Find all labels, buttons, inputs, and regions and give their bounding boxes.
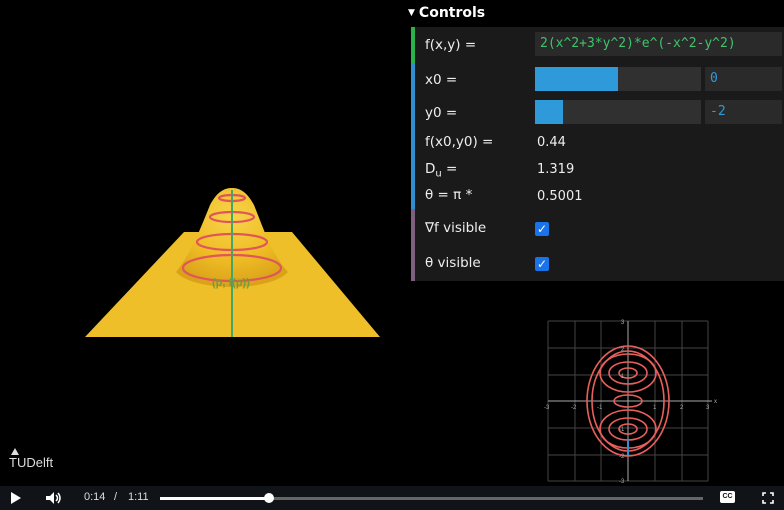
y0-label: y0 = <box>425 105 458 121</box>
progress-knob[interactable] <box>263 493 274 503</box>
fx0y0-value: 0.44 <box>537 135 566 150</box>
duration: 1:11 <box>128 491 149 503</box>
x-tick-label: 2 <box>680 405 684 411</box>
x-tick-label: 1 <box>653 405 657 411</box>
y-tick-label: -2 <box>619 454 625 460</box>
controls-title: Controls <box>418 5 486 21</box>
logo-text: TUDelft <box>9 455 54 470</box>
fxy-row: f(x,y) = 2(x^2+3*y^2)*e^(-x^2-y^2) <box>411 27 784 63</box>
grad-visible-checkbox[interactable]: ✓ <box>535 222 549 236</box>
du-label: Du = <box>425 161 457 180</box>
x-axis-label: x <box>714 399 717 405</box>
du-label-main: D <box>425 161 436 177</box>
theta-row: θ = π * 0.5001 <box>411 183 784 209</box>
volume-icon[interactable] <box>45 491 63 505</box>
x0-label: x0 = <box>425 72 458 88</box>
y0-slider[interactable] <box>535 100 701 124</box>
x-tick-label: -2 <box>571 405 577 411</box>
controls-panel: f(x,y) = 2(x^2+3*y^2)*e^(-x^2-y^2) x0 = … <box>411 27 784 281</box>
grad-visible-label: ∇f visible <box>425 220 487 236</box>
x0-input[interactable]: 0 <box>705 67 782 91</box>
fullscreen-icon[interactable] <box>762 492 774 504</box>
x-tick-label: -1 <box>597 405 603 411</box>
x-tick-label: -3 <box>544 405 550 411</box>
captions-button[interactable]: CC <box>720 491 735 503</box>
y0-slider-fill <box>535 100 564 124</box>
x0-slider[interactable] <box>535 67 701 91</box>
fxy-label: f(x,y) = <box>425 37 477 53</box>
du-value: 1.319 <box>537 162 575 177</box>
progress-fill <box>160 497 269 500</box>
contour-plot-2d: -3 -2 -1 1 2 3 3 2 1 -1 -2 -3 x <box>544 320 717 484</box>
x0-slider-fill <box>535 67 618 91</box>
current-time: 0:14 <box>84 491 106 503</box>
du-row: Du = 1.319 <box>411 156 784 183</box>
grad-visible-row: ∇f visible ✓ <box>411 209 784 245</box>
y0-row: y0 = -2 <box>411 97 784 129</box>
point-label: (p, f(p)) <box>212 277 250 289</box>
fxy-input[interactable]: 2(x^2+3*y^2)*e^(-x^2-y^2) <box>535 32 782 56</box>
play-icon[interactable] <box>10 492 22 504</box>
x0-row: x0 = 0 <box>411 63 784 97</box>
theta-label: θ = π * <box>425 187 473 203</box>
du-label-eq: = <box>441 161 458 177</box>
y-tick-label: -1 <box>619 427 625 433</box>
tudelft-logo: TUDelft <box>9 448 54 470</box>
fx0y0-row: f(x0,y0) = 0.44 <box>411 129 784 156</box>
theta-visible-checkbox[interactable]: ✓ <box>535 257 549 271</box>
y0-input[interactable]: -2 <box>705 100 782 124</box>
theta-value: 0.5001 <box>537 189 583 204</box>
fx0y0-label: f(x0,y0) = <box>425 134 494 150</box>
time-separator: / <box>114 491 118 503</box>
controls-toggle[interactable]: ▼ Controls <box>408 2 485 24</box>
caret-down-icon: ▼ <box>408 8 415 18</box>
video-controls: 0:14 / 1:11 CC <box>0 486 784 510</box>
progress-bar[interactable] <box>160 493 703 503</box>
theta-visible-row: θ visible ✓ <box>411 245 784 281</box>
y-tick-label: -3 <box>619 479 625 484</box>
x-tick-label: 3 <box>706 405 710 411</box>
flame-icon <box>11 448 19 455</box>
theta-visible-label: θ visible <box>425 255 481 271</box>
